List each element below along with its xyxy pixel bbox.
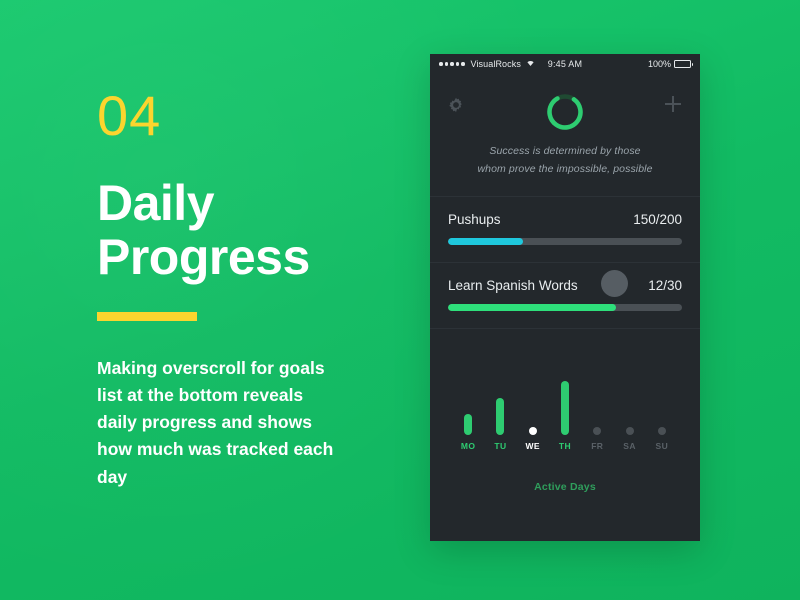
chart-bar bbox=[464, 414, 473, 435]
goal-row[interactable]: Learn Spanish Words 12/30 bbox=[430, 263, 700, 328]
chart-bar-column bbox=[484, 377, 516, 435]
daily-progress-ring bbox=[545, 92, 585, 132]
quote-line-2: whom prove the impossible, possible bbox=[477, 163, 653, 176]
chart-bar-column bbox=[581, 377, 613, 435]
chart-day-label: SU bbox=[655, 440, 669, 451]
body-description: Making overscroll for goals list at the … bbox=[97, 358, 334, 487]
motivational-quote: Success is determined by those whom prov… bbox=[430, 136, 700, 179]
chart-day-label: TU bbox=[494, 440, 507, 451]
goal-count: 12/30 bbox=[648, 277, 682, 293]
chart-bar bbox=[593, 426, 602, 435]
battery-status: 100% bbox=[647, 59, 693, 69]
app-header bbox=[430, 74, 700, 136]
status-bar: VisualRocks 9:45 AM 100% bbox=[430, 54, 700, 74]
chart-bar-column bbox=[549, 377, 581, 435]
chart-bar-column bbox=[452, 377, 484, 435]
step-number: 04 bbox=[97, 84, 162, 147]
headline-line-1: Daily bbox=[97, 175, 215, 231]
chart-bar-column bbox=[646, 377, 678, 435]
chart-bar bbox=[561, 380, 569, 435]
gear-icon[interactable] bbox=[448, 97, 464, 113]
quote-line-1: Success is determined by those bbox=[489, 145, 641, 157]
battery-icon bbox=[674, 60, 693, 68]
chart-bar bbox=[625, 426, 634, 435]
chart-caption: Active Days bbox=[534, 480, 596, 493]
chart-bar-column bbox=[613, 377, 645, 435]
chart-bar bbox=[496, 397, 505, 435]
goal-progress-track[interactable] bbox=[448, 303, 682, 311]
page-title: Daily Progress bbox=[97, 176, 387, 284]
phone-mockup: VisualRocks 9:45 AM 100% Success is dete… bbox=[430, 54, 700, 541]
chart-day-label: WE bbox=[525, 440, 540, 451]
chart-bar-column bbox=[517, 377, 549, 435]
battery-percent-label: 100% bbox=[647, 59, 671, 69]
goal-progress-fill bbox=[448, 237, 523, 245]
goal-row[interactable]: Pushups 150/200 bbox=[430, 197, 700, 262]
headline-line-2: Progress bbox=[97, 229, 310, 285]
goal-count: 150/200 bbox=[633, 211, 682, 227]
chart-bar bbox=[528, 426, 537, 435]
chart-day-labels: MO TU WE TH FR SA SU bbox=[430, 435, 700, 451]
chart-day-label: SA bbox=[623, 440, 636, 451]
goal-progress-track[interactable] bbox=[448, 237, 682, 245]
poster-canvas: 04 Daily Progress Making overscroll for … bbox=[0, 0, 800, 600]
plus-icon[interactable] bbox=[665, 96, 681, 112]
chart-bar bbox=[657, 426, 666, 435]
accent-rule bbox=[97, 312, 197, 321]
intro-copy-panel: 04 Daily Progress Making overscroll for … bbox=[97, 88, 387, 491]
active-days-chart: MO TU WE TH FR SA SU Active Days bbox=[430, 329, 700, 493]
goal-title: Learn Spanish Words bbox=[448, 277, 578, 293]
chart-day-label: MO bbox=[460, 440, 476, 451]
goal-drag-handle[interactable] bbox=[601, 269, 628, 297]
chart-day-label: TH bbox=[558, 440, 572, 451]
goal-progress-fill bbox=[448, 303, 617, 311]
chart-day-label: FR bbox=[591, 440, 604, 451]
chart-bars bbox=[430, 377, 700, 435]
goal-title: Pushups bbox=[448, 211, 501, 227]
